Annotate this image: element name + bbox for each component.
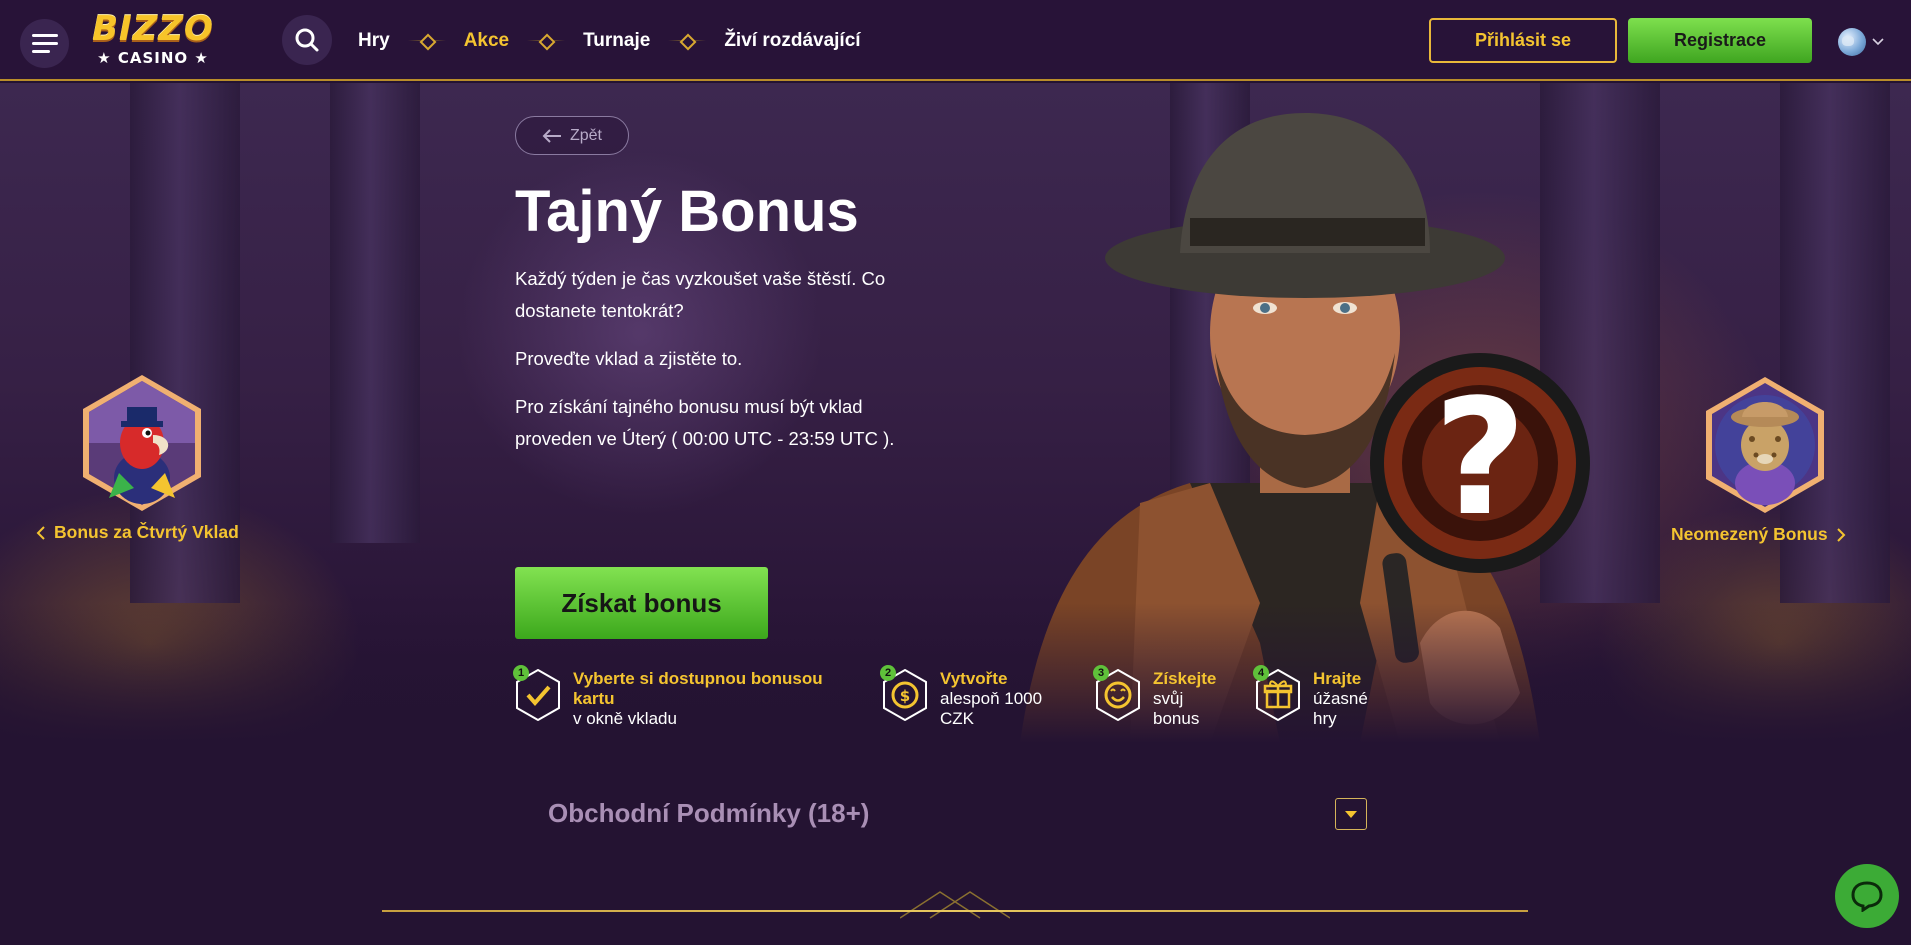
prev-bonus-link[interactable]: Bonus za Čtvrtý Vklad [36, 522, 239, 543]
step-title: Vyberte si dostupnou bonusou kartu [573, 669, 823, 708]
divider-ornament [900, 891, 1010, 919]
step-number: 2 [880, 665, 896, 681]
logo-subtitle: ★ CASINO ★ [97, 49, 209, 67]
chevron-down-icon [1872, 38, 1884, 46]
nav-item-hry[interactable]: Hry [358, 30, 390, 52]
hamburger-menu-button[interactable] [20, 19, 69, 68]
chat-icon [1851, 881, 1883, 912]
svg-text:$: $ [900, 687, 910, 705]
login-button[interactable]: Přihlásit se [1429, 18, 1617, 63]
register-button[interactable]: Registrace [1628, 18, 1812, 63]
hamburger-icon [31, 34, 58, 37]
live-chat-button[interactable] [1835, 864, 1899, 928]
step-number: 4 [1253, 665, 1269, 681]
step-detail: svůj bonus [1153, 689, 1200, 728]
promo-hero: ? Zpět Tajný Bonus Každý týden je čas vy… [0, 83, 1911, 743]
prev-bonus-label: Bonus za Čtvrtý Vklad [54, 522, 239, 542]
gold-divider [382, 910, 1528, 912]
step-1: 1 Vyberte si dostupnou bonusou kartu v o… [513, 665, 848, 729]
background-pillar [330, 83, 420, 543]
arrow-left-icon [542, 128, 561, 143]
leopard-badge-image [1706, 377, 1824, 513]
claim-bonus-button[interactable]: Získat bonus [515, 567, 768, 639]
parrot-badge-image [83, 375, 201, 511]
terms-expand-button[interactable] [1335, 798, 1367, 830]
step-2: $ 2 Vytvořte alespoň 1000 CZK [880, 665, 1060, 729]
terms-heading[interactable]: Obchodní Podmínky (18+) [548, 798, 869, 829]
main-nav: Hry Akce Turnaje Živí rozdávající [358, 0, 861, 81]
bizzo-casino-logo[interactable]: BIZZO ★ CASINO ★ [86, 10, 220, 70]
search-button[interactable] [282, 15, 332, 65]
next-bonus-link[interactable]: Neomezený Bonus [1671, 524, 1846, 545]
svg-text:?: ? [1434, 364, 1527, 551]
step-3: 3 Získejte svůj bonus [1093, 665, 1233, 729]
logo-wordmark: BIZZO [92, 9, 214, 49]
prev-bonus-badge[interactable] [79, 373, 205, 513]
caret-down-icon [1345, 810, 1357, 818]
step-detail: v okně vkladu [573, 709, 677, 728]
step-number: 3 [1093, 665, 1109, 681]
chevron-right-icon [1836, 527, 1845, 542]
promo-description-1: Každý týden je čas vyzkoušet vaše štěstí… [515, 268, 886, 321]
nav-item-live-dealers[interactable]: Živí rozdávající [724, 30, 860, 52]
language-selector[interactable] [1838, 28, 1890, 56]
site-header: BIZZO ★ CASINO ★ Hry Akce Turnaje Živí r… [0, 0, 1911, 81]
step-number: 1 [513, 665, 529, 681]
nav-separator [527, 34, 566, 48]
back-button[interactable]: Zpět [515, 116, 629, 155]
step-detail: alespoň 1000 CZK [940, 689, 1043, 728]
back-label: Zpět [569, 126, 602, 144]
promo-description-3: Pro získání tajného bonusu musí být vkla… [515, 396, 895, 449]
step-title: Vytvořte [940, 669, 1008, 688]
step-detail: úžasné hry [1313, 689, 1368, 728]
step-title: Hrajte [1313, 669, 1362, 688]
globe-icon [1838, 28, 1866, 56]
search-icon [295, 28, 319, 52]
next-bonus-label: Neomezený Bonus [1671, 524, 1828, 544]
nav-separator [407, 34, 446, 48]
nav-item-turnaje[interactable]: Turnaje [583, 30, 650, 52]
promo-title: Tajný Bonus [515, 179, 859, 244]
next-bonus-badge[interactable] [1702, 375, 1828, 515]
nav-item-akce[interactable]: Akce [464, 30, 509, 52]
step-title: Získejte [1153, 669, 1217, 688]
nav-separator [668, 34, 707, 48]
promo-description-2: Proveďte vklad a zjistěte to. [515, 348, 743, 369]
chevron-left-icon [36, 525, 45, 540]
step-4: 4 Hrajte úžasné hry [1253, 665, 1383, 729]
